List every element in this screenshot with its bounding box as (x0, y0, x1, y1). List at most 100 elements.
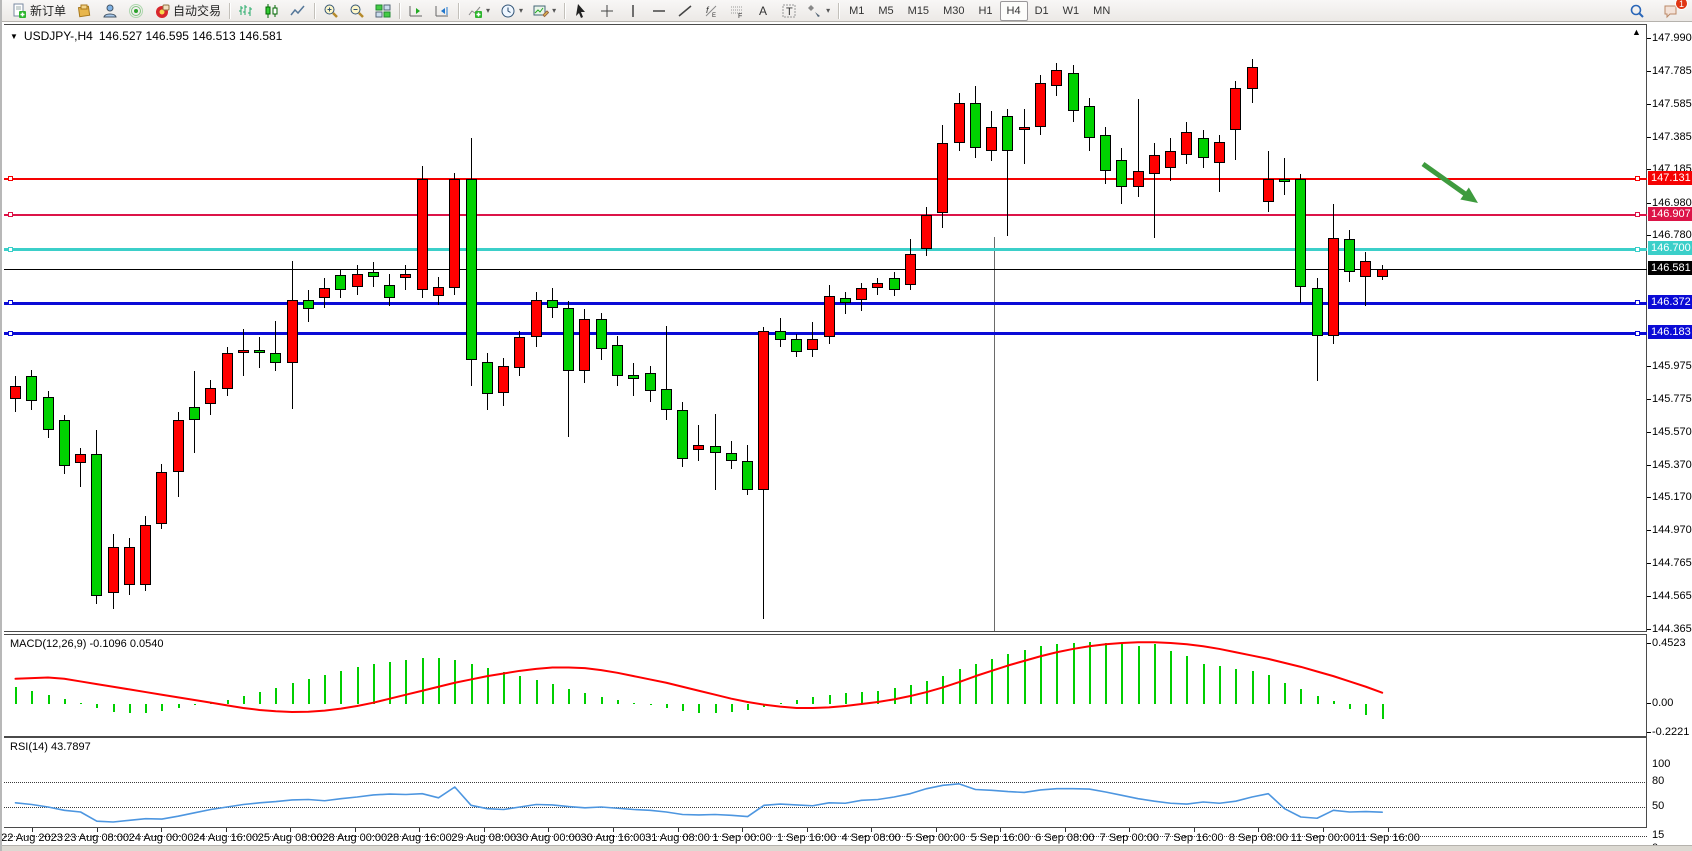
macd-histogram-bar (194, 704, 196, 705)
price-line-label: 147.131 (1648, 171, 1692, 185)
timeframe-m1-button[interactable]: M1 (842, 1, 871, 21)
macd-histogram-bar (1300, 689, 1302, 704)
price-line-146.700[interactable] (4, 248, 1647, 251)
macd-histogram-bar (1186, 656, 1188, 704)
profile-button[interactable] (97, 1, 123, 21)
timeframe-d1-button[interactable]: D1 (1028, 1, 1056, 21)
signal-button[interactable] (123, 1, 149, 21)
dropdown-arrow-icon[interactable]: ▾ (552, 6, 556, 15)
line-handle[interactable] (1635, 212, 1640, 217)
macd-tick-label: 0.00 (1652, 697, 1673, 709)
timeframe-m15-button[interactable]: M15 (901, 1, 936, 21)
price-tick-label: 146.780 (1652, 229, 1692, 241)
dropdown-arrow-icon[interactable]: ▾ (826, 6, 830, 15)
axis-tick (1647, 643, 1651, 644)
templates-button[interactable]: ▾ (528, 1, 561, 21)
candle (205, 388, 216, 404)
timeframe-w1-button[interactable]: W1 (1056, 1, 1087, 21)
trendline-button[interactable] (672, 1, 698, 21)
candle (710, 446, 721, 453)
price-tick-label: 147.585 (1652, 98, 1692, 110)
line-handle[interactable] (8, 176, 13, 181)
price-line-146.581[interactable] (4, 269, 1647, 270)
chart-shift-button[interactable] (429, 1, 455, 21)
price-tick-label: 145.775 (1652, 393, 1692, 405)
horizontal-line-button[interactable] (646, 1, 672, 21)
periods-button[interactable]: ▾ (495, 1, 528, 21)
bar-chart-button[interactable] (233, 1, 259, 21)
price-line-147.131[interactable] (4, 178, 1647, 180)
candle (726, 453, 737, 461)
line-handle[interactable] (1635, 247, 1640, 252)
dropdown-arrow-icon[interactable]: ▾ (519, 6, 523, 15)
candle (59, 420, 70, 466)
axis-tick (1647, 629, 1651, 630)
line-handle[interactable] (8, 247, 13, 252)
macd-histogram-bar (243, 696, 245, 704)
candle (1360, 261, 1371, 277)
price-tick-label: 147.785 (1652, 65, 1692, 77)
zoom-out-button[interactable] (344, 1, 370, 21)
notifications-button[interactable]: 1 (1658, 1, 1684, 21)
line-handle[interactable] (8, 331, 13, 336)
cursor-button[interactable] (568, 1, 594, 21)
line-handle[interactable] (1635, 331, 1640, 336)
macd-panel[interactable]: MACD(12,26,9) -0.1096 0.0540 (4, 634, 1647, 737)
vertical-period-line[interactable] (994, 237, 995, 631)
svg-text:T: T (786, 6, 793, 18)
rsi-panel[interactable]: RSI(14) 43.7897 (4, 737, 1647, 828)
toolbar-separator (399, 3, 400, 19)
chart-region[interactable]: ▼ USDJPY-,H4 146.527 146.595 146.513 146… (2, 23, 1692, 851)
candle (1247, 67, 1258, 90)
price-axis[interactable]: 147.131146.907146.700146.581146.372146.1… (1647, 23, 1692, 851)
zoom-in-button[interactable] (318, 1, 344, 21)
tile-windows-button[interactable] (370, 1, 396, 21)
vertical-line-button[interactable] (620, 1, 646, 21)
line-chart-button[interactable] (285, 1, 311, 21)
auto-scroll-button[interactable] (403, 1, 429, 21)
candle (400, 274, 411, 279)
macd-histogram-bar (861, 692, 863, 704)
price-line-146.907[interactable] (4, 214, 1647, 216)
macd-histogram-bar (96, 704, 98, 708)
line-handle[interactable] (8, 300, 13, 305)
candle-chart-button[interactable] (259, 1, 285, 21)
timeframe-m30-button[interactable]: M30 (936, 1, 971, 21)
text-label-button[interactable]: T (776, 1, 802, 21)
macd-histogram-bar (650, 704, 652, 705)
candle (791, 339, 802, 352)
macd-histogram-bar (796, 700, 798, 704)
timeframe-h1-button[interactable]: H1 (971, 1, 999, 21)
macd-histogram-bar (698, 704, 700, 713)
collapse-icon[interactable]: ▼ (10, 32, 18, 41)
line-handle[interactable] (1635, 176, 1640, 181)
text-button[interactable]: A (750, 1, 776, 21)
timeframe-h4-button[interactable]: H4 (1000, 1, 1028, 21)
price-line-label: 146.907 (1648, 207, 1692, 221)
search-button[interactable] (1624, 1, 1650, 21)
new-order-button[interactable]: 新订单 (6, 1, 71, 21)
candle (824, 296, 835, 337)
autoscroll-icon (408, 3, 424, 19)
macd-histogram-bar (178, 704, 180, 708)
auto-trading-button[interactable]: 自动交易 (149, 1, 226, 21)
line-handle[interactable] (8, 212, 13, 217)
dropdown-arrow-icon[interactable]: ▾ (486, 6, 490, 15)
macd-histogram-bar (601, 697, 603, 704)
main-chart-panel[interactable]: ▼ USDJPY-,H4 146.527 146.595 146.513 146… (4, 24, 1647, 632)
chart-symbol-period: USDJPY-,H4 (24, 29, 93, 43)
timeframe-mn-button[interactable]: MN (1086, 1, 1117, 21)
shapes-button[interactable]: ▾ (802, 1, 835, 21)
line-handle[interactable] (1635, 300, 1640, 305)
price-tick-label: 145.975 (1652, 360, 1692, 372)
fibo-grid-button[interactable]: F (724, 1, 750, 21)
date-label: 30 Aug 00:00 (516, 832, 581, 844)
macd-histogram-bar (389, 662, 391, 704)
fibonacci-button[interactable]: fE (698, 1, 724, 21)
axis-tick (97, 828, 98, 832)
timeframe-m5-button[interactable]: M5 (871, 1, 900, 21)
gold-box-button[interactable] (71, 1, 97, 21)
indicators-button[interactable]: ▾ (462, 1, 495, 21)
crosshair-button[interactable] (594, 1, 620, 21)
axis-tick (548, 828, 549, 832)
